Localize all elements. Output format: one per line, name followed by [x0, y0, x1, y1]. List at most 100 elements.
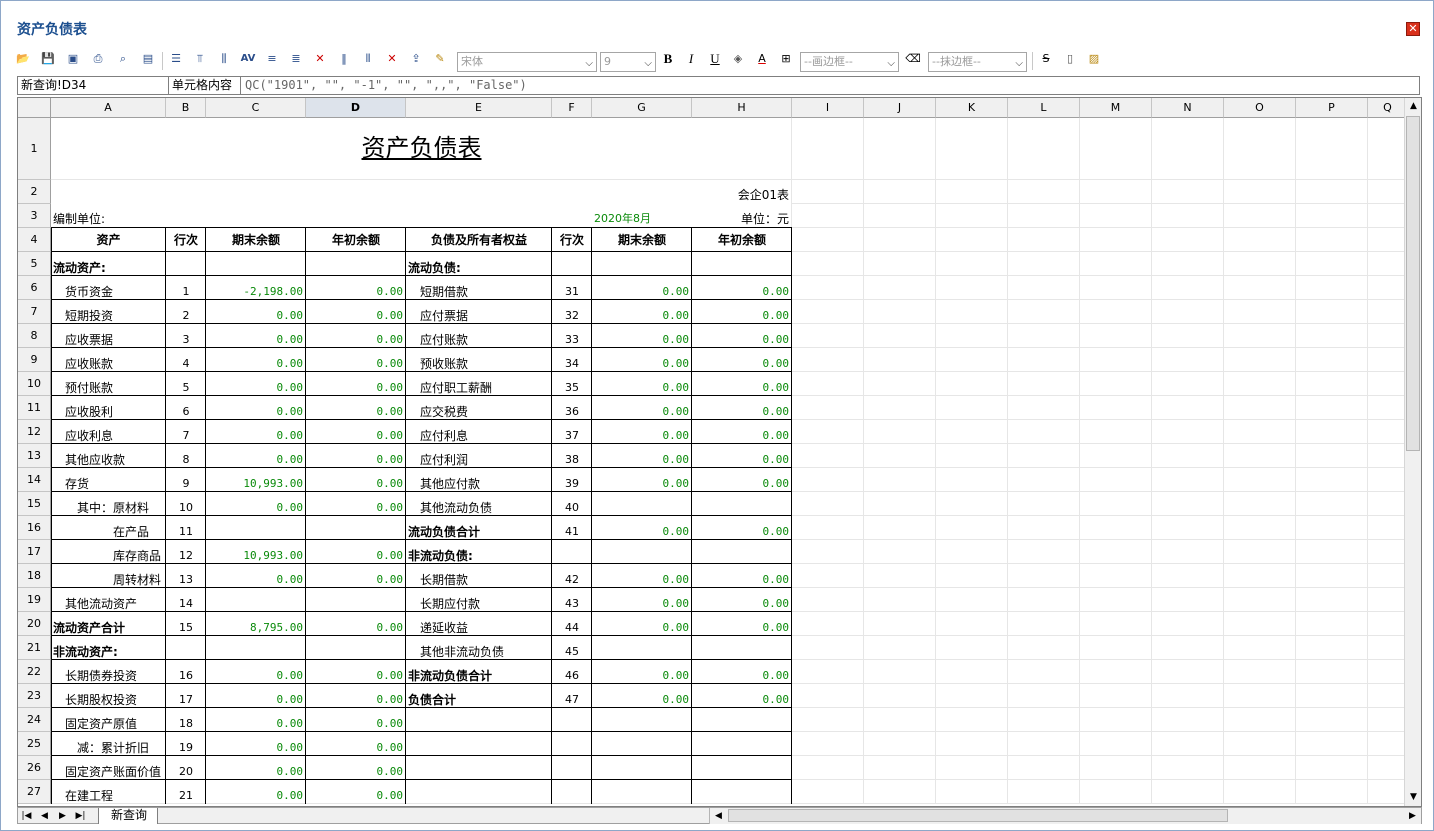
account-name-cell[interactable]: 固定资产账面价值 — [65, 765, 161, 779]
line-number-cell[interactable]: 46 — [552, 669, 592, 683]
amount-cell[interactable]: 0.00 — [592, 597, 690, 611]
amount-cell[interactable]: -2,198.00 — [206, 285, 303, 299]
amount-cell[interactable]: 0.00 — [692, 693, 790, 707]
page-icon[interactable]: ▯ — [1062, 51, 1078, 67]
account-name-cell[interactable]: 预付账款 — [65, 381, 113, 395]
amount-cell[interactable]: 0.00 — [692, 477, 790, 491]
account-name-cell[interactable]: 长期借款 — [420, 573, 468, 587]
column-header[interactable]: A — [51, 98, 166, 118]
amount-cell[interactable]: 0.00 — [206, 765, 304, 779]
line-number-cell[interactable]: 20 — [166, 765, 206, 779]
font-size-select[interactable]: 9 ⌵ — [600, 52, 656, 72]
amount-cell[interactable]: 10,993.00 — [206, 549, 303, 563]
account-name-cell[interactable]: 货币资金 — [65, 285, 113, 299]
sheet-tab[interactable]: 新查询 — [98, 808, 159, 824]
amount-cell[interactable]: 0.00 — [692, 381, 790, 395]
amount-cell[interactable]: 0.00 — [592, 285, 690, 299]
row-header[interactable]: 17 — [18, 540, 51, 564]
row-header[interactable]: 22 — [18, 660, 51, 684]
line-number-cell[interactable]: 19 — [166, 741, 206, 755]
align-left-icon[interactable]: ☰ — [168, 51, 184, 67]
line-number-cell[interactable]: 4 — [166, 357, 206, 371]
columns-icon[interactable]: ⫼ — [216, 51, 232, 67]
amount-cell[interactable]: 0.00 — [592, 669, 690, 683]
column-header[interactable]: E — [406, 98, 552, 118]
row-header[interactable]: 5 — [18, 252, 51, 276]
account-name-cell[interactable]: 流动资产合计 — [53, 621, 125, 635]
row-header[interactable]: 25 — [18, 732, 51, 756]
amount-cell[interactable]: 0.00 — [206, 333, 304, 347]
account-name-cell[interactable]: 应收利息 — [65, 429, 113, 443]
column-header[interactable]: I — [792, 98, 864, 118]
line-number-cell[interactable]: 39 — [552, 477, 592, 491]
line-number-cell[interactable]: 15 — [166, 621, 206, 635]
row-header[interactable]: 11 — [18, 396, 51, 420]
print-icon[interactable]: ⎙ — [90, 51, 106, 67]
account-name-cell[interactable]: 应付账款 — [420, 333, 468, 347]
last-sheet-icon[interactable]: ▶| — [72, 809, 89, 823]
line-number-cell[interactable]: 36 — [552, 405, 592, 419]
amount-cell[interactable]: 0.00 — [692, 597, 790, 611]
account-name-cell[interactable]: 流动负债合计 — [408, 525, 480, 539]
draw-border-select[interactable]: --画边框-- ⌵ — [800, 52, 899, 72]
amount-cell[interactable]: 0.00 — [206, 309, 304, 323]
amount-cell[interactable]: 0.00 — [692, 429, 790, 443]
amount-cell[interactable]: 0.00 — [306, 429, 404, 443]
account-name-cell[interactable]: 减：累计折旧 — [77, 741, 149, 755]
underline-icon[interactable]: U — [707, 51, 723, 67]
row-header[interactable]: 24 — [18, 708, 51, 732]
format-brush-icon[interactable]: ✎ — [432, 51, 448, 67]
import-icon[interactable]: ⇪ — [408, 51, 424, 67]
bold-icon[interactable]: B — [660, 51, 676, 67]
formula-input[interactable]: QC("1901", "", "-1", "", ",,", "False") — [242, 77, 1412, 94]
amount-cell[interactable]: 0.00 — [306, 717, 404, 731]
amount-cell[interactable]: 10,993.00 — [206, 477, 303, 491]
line-number-cell[interactable]: 34 — [552, 357, 592, 371]
account-name-cell[interactable]: 负债合计 — [408, 693, 456, 707]
line-number-cell[interactable]: 42 — [552, 573, 592, 587]
scroll-left-icon[interactable]: ◀ — [710, 809, 727, 823]
line-number-cell[interactable]: 13 — [166, 573, 206, 587]
amount-cell[interactable]: 0.00 — [592, 357, 690, 371]
account-name-cell[interactable]: 短期借款 — [420, 285, 468, 299]
line-number-cell[interactable]: 31 — [552, 285, 592, 299]
account-name-cell[interactable]: 应付利润 — [420, 453, 468, 467]
amount-cell[interactable]: 0.00 — [592, 333, 690, 347]
account-name-cell[interactable]: 应付职工薪酬 — [420, 381, 492, 395]
column-header[interactable]: G — [592, 98, 692, 118]
amount-cell[interactable]: 0.00 — [592, 405, 690, 419]
line-number-cell[interactable]: 33 — [552, 333, 592, 347]
close-icon[interactable]: ✕ — [1406, 22, 1420, 36]
account-name-cell[interactable]: 应付利息 — [420, 429, 468, 443]
align-center-icon[interactable]: ≡ — [264, 51, 280, 67]
account-name-cell[interactable]: 预收账款 — [420, 357, 468, 371]
account-name-cell[interactable]: 在产品 — [113, 525, 149, 539]
column-header[interactable]: M — [1080, 98, 1152, 118]
cell-reference[interactable]: 新查询!D34 — [18, 77, 169, 94]
column-header[interactable]: P — [1296, 98, 1368, 118]
row-header[interactable]: 18 — [18, 564, 51, 588]
amount-cell[interactable]: 0.00 — [692, 525, 790, 539]
amount-cell[interactable]: 0.00 — [306, 285, 404, 299]
account-name-cell[interactable]: 流动负债: — [408, 261, 461, 275]
delete-column-icon[interactable]: ✕ — [384, 51, 400, 67]
next-sheet-icon[interactable]: ▶ — [54, 809, 71, 823]
insert-column-icon[interactable]: ‖ — [336, 51, 352, 67]
save-icon[interactable]: 💾 — [40, 51, 56, 67]
column-header[interactable]: H — [692, 98, 792, 118]
scroll-down-icon[interactable]: ▼ — [1405, 790, 1421, 804]
account-name-cell[interactable]: 流动资产: — [53, 261, 106, 275]
line-number-cell[interactable]: 44 — [552, 621, 592, 635]
amount-cell[interactable]: 0.00 — [306, 357, 404, 371]
amount-cell[interactable]: 0.00 — [692, 309, 790, 323]
amount-cell[interactable]: 0.00 — [206, 741, 304, 755]
row-header[interactable]: 20 — [18, 612, 51, 636]
account-name-cell[interactable]: 非流动负债: — [408, 549, 473, 563]
row-header[interactable]: 4 — [18, 228, 51, 252]
amount-cell[interactable]: 0.00 — [692, 405, 790, 419]
line-number-cell[interactable]: 12 — [166, 549, 206, 563]
border-icon[interactable]: ⊞ — [778, 51, 794, 67]
strikethrough-icon[interactable]: S — [1038, 51, 1054, 67]
erase-border-select[interactable]: --抹边框-- ⌵ — [928, 52, 1027, 72]
line-number-cell[interactable]: 32 — [552, 309, 592, 323]
